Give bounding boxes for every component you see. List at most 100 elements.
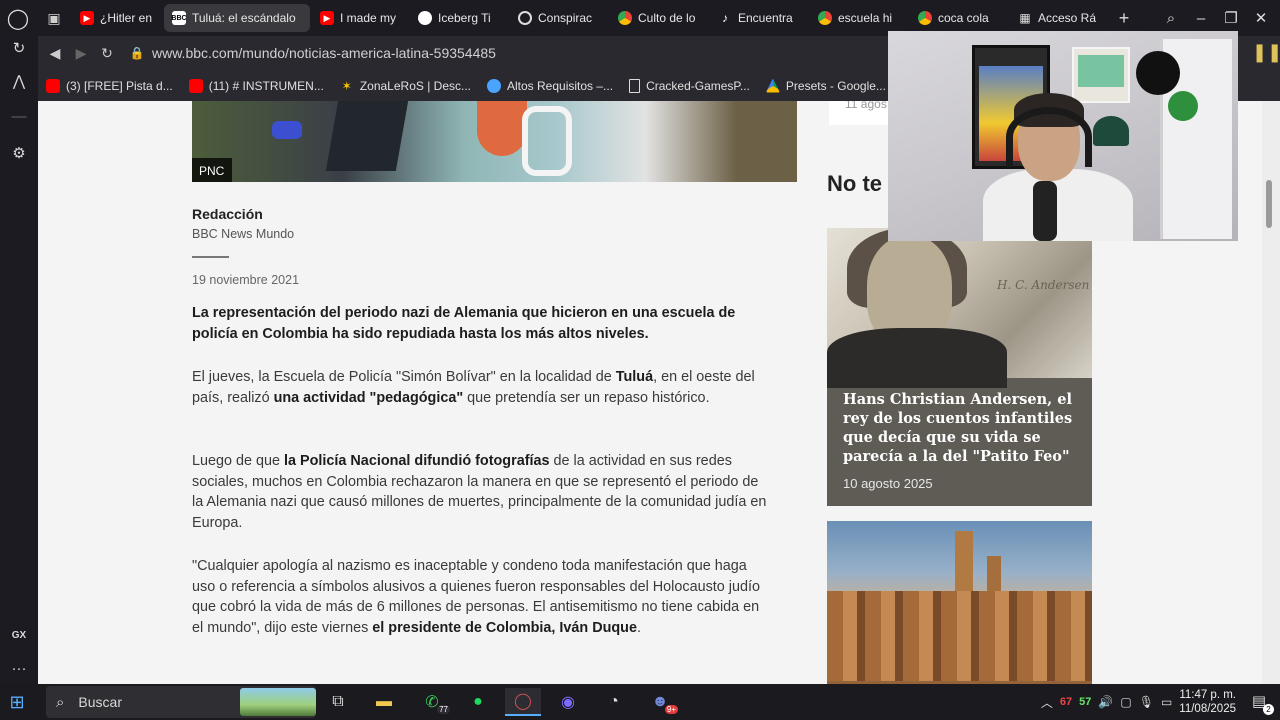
search-highlight-image bbox=[240, 688, 316, 716]
chrome-icon bbox=[818, 11, 832, 25]
article-link[interactable]: la Policía Nacional difundió fotografías bbox=[284, 453, 549, 469]
search-icon: ⌕ bbox=[56, 693, 65, 711]
bookmark-item[interactable]: ✶ ZonaLeRoS | Desc... bbox=[340, 79, 471, 93]
related-article-card[interactable] bbox=[827, 521, 1092, 684]
tab-title: I made my bbox=[340, 11, 397, 25]
taskbar-search[interactable]: ⌕ Buscar bbox=[46, 686, 316, 718]
windows-taskbar: ⊞ ⌕ Buscar ⧉ ▬ ✆ 77 ● ◯ ◉ ◔ ☻ 9+ ︿ 67 57 🔊… bbox=[0, 684, 1280, 720]
browser-tab-active[interactable]: BBC Tuluá: el escándalo bbox=[164, 4, 310, 32]
gx-label-icon[interactable]: GX bbox=[0, 630, 38, 641]
browser-sidebar: ↻ ⋀ — ⚙ GX ··· bbox=[0, 36, 38, 684]
refresh-sidebar-icon[interactable]: ↻ bbox=[0, 39, 38, 57]
tab-title: coca cola bbox=[938, 11, 989, 25]
lock-icon[interactable]: 🔒 bbox=[126, 46, 148, 60]
article-hero-image: PNC bbox=[192, 101, 797, 182]
related-article-card[interactable]: H. C. Andersen Hans Christian Andersen, … bbox=[827, 228, 1092, 506]
more-icon[interactable]: ··· bbox=[0, 660, 38, 677]
sidebar-divider: — bbox=[11, 108, 27, 125]
whatsapp-badge: 77 bbox=[437, 705, 450, 714]
browser-tab[interactable]: Iceberg Ti bbox=[410, 4, 508, 32]
security-icon[interactable]: ▢ bbox=[1120, 695, 1131, 709]
notification-count: 2 bbox=[1263, 704, 1274, 715]
system-tray: ︿ 67 57 🔊 ▢ 🎙 ▭ 11:47 p. m. 11/08/2025 bbox=[1041, 684, 1236, 720]
minimize-icon[interactable]: – bbox=[1188, 10, 1214, 27]
browser-tab[interactable]: Conspirac bbox=[510, 4, 608, 32]
bookmark-label: Altos Requisitos –... bbox=[507, 78, 614, 93]
clock-app-icon[interactable]: ◔ bbox=[596, 688, 632, 716]
drive-icon bbox=[765, 78, 780, 93]
article-organization: BBC News Mundo bbox=[192, 227, 295, 241]
browser-tab[interactable]: ♪ Encuentra bbox=[710, 4, 808, 32]
whatsapp-icon[interactable]: ✆ 77 bbox=[414, 688, 450, 716]
youtube-icon: ▶ bbox=[80, 11, 94, 25]
reload-icon[interactable]: ↻ bbox=[94, 45, 120, 62]
related-article-image bbox=[827, 521, 1092, 684]
task-view-icon[interactable]: ⧉ bbox=[320, 688, 356, 716]
discord-badge: 9+ bbox=[664, 705, 678, 714]
webcam-overlay bbox=[888, 31, 1238, 241]
spotify-icon[interactable]: ● bbox=[460, 688, 496, 716]
browser-tab[interactable]: Culto de lo bbox=[610, 4, 708, 32]
tiktok-icon: ♪ bbox=[722, 11, 728, 25]
windows-start-icon[interactable]: ⊞ bbox=[6, 691, 28, 713]
tray-overflow-icon[interactable]: ︿ bbox=[1041, 694, 1053, 711]
article-date: 19 noviembre 2021 bbox=[192, 273, 300, 287]
youtube-icon bbox=[46, 78, 60, 93]
chrome-icon bbox=[918, 11, 932, 25]
related-article-title[interactable]: Hans Christian Andersen, el rey de los c… bbox=[843, 390, 1083, 466]
tab-title: Acceso Rá bbox=[1038, 11, 1097, 25]
discord-icon[interactable]: ☻ 9+ bbox=[642, 688, 678, 716]
new-tab-button[interactable]: + bbox=[1110, 8, 1138, 29]
byline-divider bbox=[192, 256, 229, 258]
bookmark-label: Cracked-GamesP... bbox=[646, 78, 750, 93]
bookmark-label: ZonaLeRoS | Desc... bbox=[359, 78, 471, 93]
related-card-top-date: 11 agos bbox=[845, 101, 887, 111]
forward-icon[interactable]: ▶ bbox=[68, 45, 94, 62]
clock-date: 11/08/2025 bbox=[1179, 703, 1236, 715]
bookmark-item[interactable]: Altos Requisitos –... bbox=[487, 78, 614, 93]
bookmark-label: (3) [FREE] Pista d... bbox=[66, 78, 173, 93]
browser-tab[interactable]: ▦ Acceso Rá bbox=[1010, 4, 1108, 32]
browser-tab[interactable]: coca cola bbox=[910, 4, 1008, 32]
back-icon[interactable]: ◀ bbox=[42, 45, 68, 62]
opera-gx-taskbar-icon[interactable]: ◯ bbox=[505, 688, 541, 716]
article-paragraph: Luego de que la Policía Nacional difundi… bbox=[192, 453, 767, 532]
browser-tab[interactable]: ▶ I made my bbox=[312, 4, 408, 32]
pause-icon[interactable]: ❚❚ bbox=[1252, 42, 1280, 63]
restore-icon[interactable]: ❐ bbox=[1218, 9, 1244, 27]
browser-tab[interactable]: escuela hi bbox=[810, 4, 908, 32]
bookmark-label: (11) # INSTRUMEN... bbox=[208, 78, 324, 93]
bookmark-item[interactable]: (11) # INSTRUMEN... bbox=[188, 78, 324, 93]
tab-title: Conspirac bbox=[538, 11, 593, 25]
tray-green-indicator[interactable]: 57 bbox=[1079, 696, 1091, 708]
openai-icon bbox=[518, 11, 532, 25]
volume-icon[interactable]: 🔊 bbox=[1098, 695, 1113, 709]
app-circle-icon[interactable]: ◉ bbox=[550, 688, 586, 716]
tab-title: escuela hi bbox=[838, 11, 893, 25]
file-explorer-icon[interactable]: ▬ bbox=[366, 688, 402, 716]
bookmark-item[interactable]: Cracked-GamesP... bbox=[629, 78, 750, 93]
gx-corner-icon[interactable]: ⋀ bbox=[0, 72, 38, 90]
tab-overview-icon[interactable]: ▣ bbox=[36, 0, 72, 36]
notification-center-icon[interactable]: ▤ 2 bbox=[1248, 692, 1274, 715]
bookmark-item[interactable]: Presets - Google... bbox=[765, 78, 886, 93]
system-clock[interactable]: 11:47 p. m. 11/08/2025 bbox=[1179, 688, 1236, 716]
search-tabs-icon[interactable]: ⌕ bbox=[1158, 10, 1184, 27]
settings-gear-icon[interactable]: ⚙ bbox=[0, 144, 38, 162]
page-scrollbar-thumb[interactable] bbox=[1266, 180, 1272, 228]
microphone-icon[interactable]: 🎙 bbox=[1139, 695, 1154, 709]
close-icon[interactable]: ✕ bbox=[1248, 9, 1274, 27]
tab-title: Culto de lo bbox=[638, 11, 696, 25]
network-icon[interactable]: ▭ bbox=[1161, 695, 1172, 709]
opera-gx-logo-icon[interactable]: ◯ bbox=[0, 0, 36, 36]
tray-red-indicator[interactable]: 67 bbox=[1060, 696, 1072, 708]
article-lead: La representación del periodo nazi de Al… bbox=[192, 305, 736, 342]
article-paragraph: "Cualquier apología al nazismo es inacep… bbox=[192, 558, 760, 637]
bbc-icon: BBC bbox=[171, 11, 187, 25]
bookmark-item[interactable]: (3) [FREE] Pista d... bbox=[46, 78, 173, 93]
globe-icon bbox=[418, 11, 432, 25]
url-input[interactable]: www.bbc.com/mundo/noticias-america-latin… bbox=[152, 45, 496, 61]
browser-tab[interactable]: ▶ ¿Hitler en Colombia? bbox=[72, 4, 162, 32]
related-article-date: 10 agosto 2025 bbox=[843, 476, 933, 491]
page-icon bbox=[629, 78, 641, 93]
